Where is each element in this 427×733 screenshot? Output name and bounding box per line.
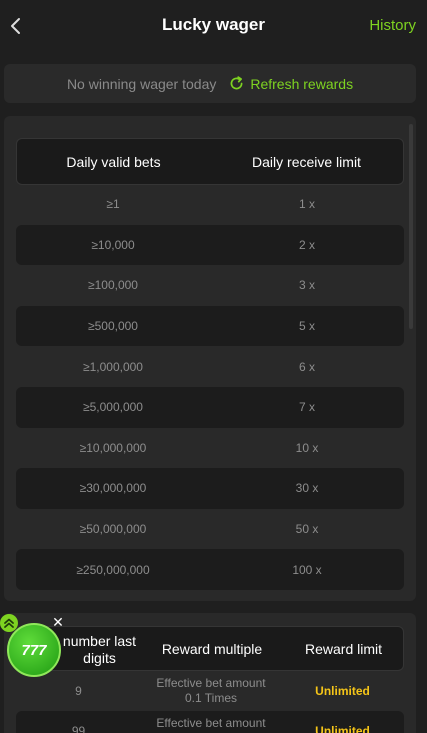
- header-bar: Lucky wager History: [0, 0, 427, 52]
- close-icon[interactable]: ✕: [50, 614, 66, 630]
- bet-threshold: ≥100,000: [88, 278, 138, 293]
- header-reward-multiple: Reward multiple: [161, 641, 263, 657]
- receive-limit: 6 x: [298, 359, 315, 374]
- header-daily-receive-limit: Daily receive limit: [252, 153, 361, 170]
- reward-multiple-line1: Effective bet amount: [156, 676, 266, 690]
- bet-threshold: ≥10,000,000: [79, 440, 147, 455]
- bet-threshold: ≥1,000,000: [83, 359, 143, 374]
- table-row: ≥1,000,000 6 x: [16, 346, 404, 387]
- table-row: ≥1 1 x: [16, 184, 404, 225]
- receive-limit: 50 x: [295, 522, 319, 537]
- bet-threshold: ≥50,000,000: [79, 522, 147, 537]
- reward-table-header: number last digits Reward multiple Rewar…: [16, 626, 404, 671]
- table-row: 9 Effective bet amount 0.1 Times Unlimit…: [16, 671, 404, 711]
- reward-limit: Unlimited: [315, 723, 370, 733]
- reward-table-body: 9 Effective bet amount 0.1 Times Unlimit…: [16, 671, 404, 733]
- reward-limit: Unlimited: [315, 683, 370, 698]
- table-row: 99 Effective bet amount Unlimited: [16, 711, 404, 733]
- table-row: ≥30,000,000 30 x: [16, 468, 404, 509]
- table-row: ≥50,000,000 50 x: [16, 509, 404, 550]
- reward-multiple-line2: 0.1 Times: [184, 691, 238, 705]
- table-row: ≥100,000 3 x: [16, 265, 404, 306]
- scrollbar[interactable]: [409, 124, 413, 329]
- bet-threshold: ≥500,000: [88, 319, 138, 334]
- receive-limit: 5 x: [298, 319, 315, 334]
- receive-limit: 30 x: [295, 481, 319, 496]
- table-row: ≥500,000 5 x: [16, 305, 404, 347]
- refresh-rewards-button[interactable]: Refresh rewards: [228, 75, 353, 92]
- refresh-rewards-label: Refresh rewards: [250, 75, 354, 92]
- reward-multiple: Effective bet amount 0.1 Times: [141, 671, 281, 711]
- header-reward-limit: Reward limit: [304, 641, 382, 657]
- limits-panel[interactable]: Daily valid bets Daily receive limit ≥1 1…: [4, 116, 416, 601]
- table-row: ≥10,000,000 10 x: [16, 428, 404, 469]
- receive-limit: 7 x: [298, 400, 315, 415]
- bet-threshold: ≥30,000,000: [79, 481, 147, 496]
- wager-status-bar: No winning wager today Refresh rewards: [4, 64, 416, 103]
- status-text: No winning wager today: [66, 75, 217, 92]
- bet-threshold: ≥5,000,000: [83, 400, 143, 415]
- slot-777-button[interactable]: 777: [7, 623, 61, 677]
- receive-limit: 100 x: [292, 562, 322, 577]
- limits-table-body: ≥1 1 x ≥10,000 2 x ≥100,000 3 x ≥500,000 5 x…: [16, 184, 404, 590]
- table-row: ≥10,000 2 x: [16, 224, 404, 266]
- refresh-icon: [230, 76, 243, 90]
- receive-limit: 10 x: [295, 440, 319, 455]
- page-title: Lucky wager: [162, 15, 265, 34]
- bet-threshold: ≥250,000,000: [76, 562, 150, 577]
- bet-threshold: ≥10,000: [91, 237, 135, 252]
- receive-limit: 2 x: [298, 237, 315, 252]
- double-chevron-up-icon[interactable]: [0, 614, 18, 632]
- bet-threshold: ≥1: [106, 197, 120, 212]
- history-link[interactable]: History: [369, 17, 416, 34]
- last-digits: 99: [71, 723, 86, 733]
- limits-table-header: Daily valid bets Daily receive limit: [16, 138, 404, 185]
- header-daily-valid-bets: Daily valid bets: [66, 153, 161, 170]
- table-row: ≥250,000,000 100 x: [16, 549, 404, 590]
- table-row: ≥5,000,000 7 x: [16, 386, 404, 428]
- reward-multiple-line1: Effective bet amount: [156, 716, 266, 730]
- receive-limit: 3 x: [298, 278, 315, 293]
- reward-multiple: Effective bet amount: [141, 711, 281, 733]
- receive-limit: 1 x: [298, 197, 315, 212]
- floating-777-widget[interactable]: 777 ✕: [0, 614, 66, 680]
